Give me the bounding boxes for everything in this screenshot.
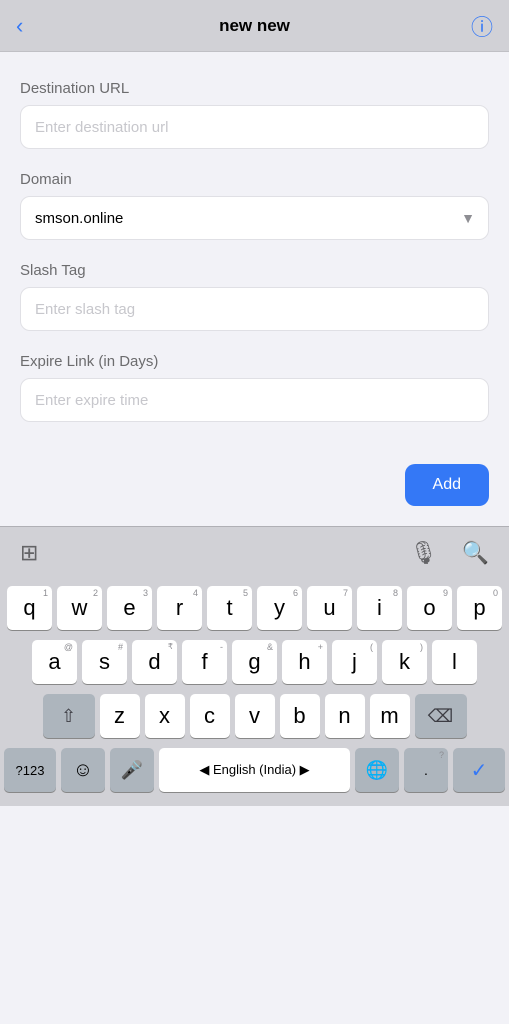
key-emoji[interactable]: ☺ bbox=[61, 748, 105, 792]
domain-select[interactable]: smson.online bbox=[20, 196, 489, 240]
domain-label: Domain bbox=[20, 171, 489, 188]
key-period[interactable]: ? . bbox=[404, 748, 448, 792]
key-y[interactable]: 6y bbox=[257, 586, 302, 630]
key-x[interactable]: x bbox=[145, 694, 185, 738]
key-h[interactable]: +h bbox=[282, 640, 327, 684]
keyboard-row-2: @a #s ₹d -f &g +h (j )k l bbox=[4, 640, 505, 684]
add-button[interactable]: Add bbox=[405, 464, 489, 506]
domain-select-wrapper: smson.online ▼ bbox=[20, 196, 489, 240]
key-b[interactable]: b bbox=[280, 694, 320, 738]
search-icon[interactable]: 🔍 bbox=[462, 540, 489, 566]
key-i[interactable]: 8i bbox=[357, 586, 402, 630]
grid-icon[interactable]: ⊞ bbox=[20, 540, 38, 566]
domain-field: Domain smson.online ▼ bbox=[20, 171, 489, 240]
slash-tag-input[interactable] bbox=[20, 287, 489, 331]
keyboard-toolbar: ⊞ 🎙 🔍 bbox=[0, 526, 509, 578]
key-m[interactable]: m bbox=[370, 694, 410, 738]
key-g[interactable]: &g bbox=[232, 640, 277, 684]
key-w[interactable]: 2w bbox=[57, 586, 102, 630]
header: ‹ new new ⓘ bbox=[0, 0, 509, 52]
key-n[interactable]: n bbox=[325, 694, 365, 738]
key-d[interactable]: ₹d bbox=[132, 640, 177, 684]
slash-tag-label: Slash Tag bbox=[20, 262, 489, 279]
destination-url-label: Destination URL bbox=[20, 80, 489, 97]
key-z[interactable]: z bbox=[100, 694, 140, 738]
key-u[interactable]: 7u bbox=[307, 586, 352, 630]
key-q[interactable]: 1q bbox=[7, 586, 52, 630]
key-c[interactable]: c bbox=[190, 694, 230, 738]
info-button[interactable]: ⓘ bbox=[461, 10, 493, 42]
key-s[interactable]: #s bbox=[82, 640, 127, 684]
key-numbers[interactable]: ?123 bbox=[4, 748, 56, 792]
key-o[interactable]: 9o bbox=[407, 586, 452, 630]
key-delete[interactable]: ⌫ bbox=[415, 694, 467, 738]
back-button[interactable]: ‹ bbox=[16, 13, 48, 39]
key-space[interactable]: ◀ English (India) ▶ bbox=[159, 748, 350, 792]
key-a[interactable]: @a bbox=[32, 640, 77, 684]
destination-url-field: Destination URL bbox=[20, 80, 489, 171]
key-mic[interactable]: 🎤 bbox=[110, 748, 154, 792]
key-j[interactable]: (j bbox=[332, 640, 377, 684]
form-area: Destination URL Domain smson.online ▼ Sl… bbox=[0, 52, 509, 526]
key-k[interactable]: )k bbox=[382, 640, 427, 684]
key-l[interactable]: l bbox=[432, 640, 477, 684]
keyboard-row-bottom: ?123 ☺ 🎤 ◀ English (India) ▶ 🌐 ? . ✓ bbox=[4, 748, 505, 792]
expire-link-label: Expire Link (in Days) bbox=[20, 353, 489, 370]
destination-url-input[interactable] bbox=[20, 105, 489, 149]
key-v[interactable]: v bbox=[235, 694, 275, 738]
key-r[interactable]: 4r bbox=[157, 586, 202, 630]
keyboard-row-1: 1q 2w 3e 4r 5t 6y 7u 8i 9o 0p bbox=[4, 586, 505, 630]
key-globe[interactable]: 🌐 bbox=[355, 748, 399, 792]
page-title: new new bbox=[219, 16, 290, 36]
expire-link-field: Expire Link (in Days) bbox=[20, 353, 489, 444]
button-row: Add bbox=[20, 464, 489, 506]
key-e[interactable]: 3e bbox=[107, 586, 152, 630]
key-f[interactable]: -f bbox=[182, 640, 227, 684]
expire-link-input[interactable] bbox=[20, 378, 489, 422]
key-t[interactable]: 5t bbox=[207, 586, 252, 630]
key-shift[interactable]: ⇧ bbox=[43, 694, 95, 738]
key-done[interactable]: ✓ bbox=[453, 748, 505, 792]
keyboard-row-3: ⇧ z x c v b n m ⌫ bbox=[4, 694, 505, 738]
keyboard: 1q 2w 3e 4r 5t 6y 7u 8i 9o 0p @a #s ₹d -… bbox=[0, 578, 509, 806]
key-p[interactable]: 0p bbox=[457, 586, 502, 630]
slash-tag-field: Slash Tag bbox=[20, 262, 489, 353]
microphone-icon[interactable]: 🎙 bbox=[410, 540, 438, 566]
